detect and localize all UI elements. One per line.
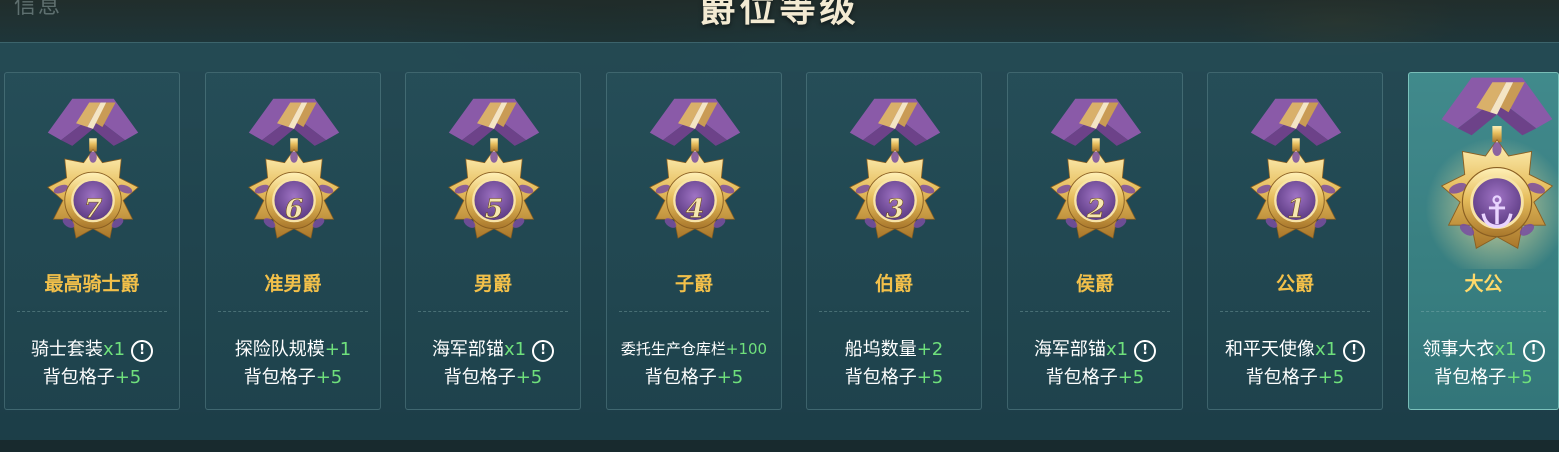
reward-value: +100 <box>725 340 768 358</box>
reward-label: 船坞数量 <box>844 339 917 360</box>
divider <box>218 311 368 312</box>
info-icon[interactable]: ! <box>1343 340 1366 362</box>
rank-card[interactable]: 4 子爵 委托生产仓库栏+100 背包格子+5 <box>606 72 782 410</box>
reward-value: +5 <box>114 367 142 388</box>
reward-label: 背包格子 <box>243 367 316 388</box>
page-title: 爵位等级 <box>699 0 860 30</box>
reward-secondary: 背包格子+5 <box>807 363 981 389</box>
reward-value: +1 <box>324 339 352 360</box>
rank-card[interactable]: 3 伯爵 船坞数量+2 背包格子+5 <box>806 72 982 410</box>
medal-icon <box>1425 77 1559 269</box>
rank-card[interactable]: 1 公爵 和平天使像x1! 背包格子+5 <box>1207 72 1383 410</box>
reward-value: +5 <box>1506 367 1533 388</box>
reward-primary: 骑士套装x1! <box>5 335 179 362</box>
medal-number: 3 <box>886 193 904 224</box>
rank-name: 准男爵 <box>264 273 322 295</box>
divider <box>418 311 568 312</box>
medal-number: 4 <box>686 193 704 224</box>
reward-label: 背包格子 <box>644 367 717 388</box>
reward-label: 背包格子 <box>42 367 115 388</box>
medal-icon: 3 <box>849 98 941 239</box>
reward-label: 骑士套装 <box>30 339 103 360</box>
medal-icon: 1 <box>1250 98 1342 239</box>
reward-label: 海军部锚 <box>1033 339 1106 360</box>
reward-primary: 船坞数量+2 <box>807 335 981 361</box>
divider <box>1421 311 1546 312</box>
info-icon[interactable]: ! <box>532 340 555 362</box>
reward-label: 和平天使像 <box>1224 339 1315 360</box>
medal-icon: 4 <box>649 98 741 239</box>
reward-value: +5 <box>315 367 343 388</box>
divider <box>619 311 769 312</box>
reward-label: 领事大衣 <box>1422 339 1495 360</box>
reward-label: 海军部锚 <box>431 339 504 360</box>
rank-card[interactable]: 7 最高骑士爵 骑士套装x1! 背包格子+5 <box>4 72 180 410</box>
reward-label: 委托生产仓库栏 <box>620 340 726 358</box>
reward-value: x1 <box>503 339 527 360</box>
info-icon[interactable]: ! <box>1134 340 1157 362</box>
reward-label: 背包格子 <box>844 367 917 388</box>
reward-primary: 探险队规模+1 <box>206 335 380 361</box>
rank-name: 男爵 <box>473 273 512 295</box>
reward-primary: 海军部锚x1! <box>1008 335 1182 362</box>
rank-name: 大公 <box>1464 273 1503 295</box>
medal-icon: 6 <box>248 98 340 239</box>
reward-value: x1 <box>1314 339 1338 360</box>
reward-secondary: 背包格子+5 <box>406 363 580 389</box>
reward-label: 背包格子 <box>1245 367 1318 388</box>
divider <box>1220 311 1370 312</box>
rank-card[interactable]: 5 男爵 海军部锚x1! 背包格子+5 <box>405 72 581 410</box>
reward-primary: 海军部锚x1! <box>406 335 580 362</box>
reward-secondary: 背包格子+5 <box>1409 363 1558 389</box>
reward-label: 背包格子 <box>1434 367 1507 388</box>
reward-value: x1 <box>102 339 126 360</box>
reward-secondary: 背包格子+5 <box>1208 363 1382 389</box>
rank-card[interactable]: 6 准男爵 探险队规模+1 背包格子+5 <box>205 72 381 410</box>
rank-name: 侯爵 <box>1075 273 1114 295</box>
reward-label: 背包格子 <box>443 367 516 388</box>
rank-name: 伯爵 <box>874 273 913 295</box>
reward-secondary: 背包格子+5 <box>607 363 781 389</box>
reward-label: 背包格子 <box>1045 367 1118 388</box>
reward-secondary: 背包格子+5 <box>206 363 380 389</box>
reward-secondary: 背包格子+5 <box>1008 363 1182 389</box>
medal-number: 2 <box>1086 193 1105 224</box>
divider <box>819 311 969 312</box>
rank-name: 子爵 <box>674 273 713 295</box>
medal-number: 7 <box>84 193 103 224</box>
reward-value: x1 <box>1105 339 1129 360</box>
medal-icon: 5 <box>448 98 540 239</box>
info-icon[interactable]: ! <box>1522 340 1545 362</box>
rank-card[interactable]: 大公 领事大衣x1! 背包格子+5 <box>1408 72 1559 410</box>
reward-value: +5 <box>916 367 944 388</box>
reward-value: +5 <box>1317 367 1345 388</box>
reward-secondary: 背包格子+5 <box>5 363 179 389</box>
reward-value: x1 <box>1494 339 1517 360</box>
medal-number: 6 <box>285 193 303 224</box>
info-icon[interactable]: ! <box>131 340 154 362</box>
reward-value: +2 <box>916 339 944 360</box>
rank-name: 最高骑士爵 <box>44 273 140 295</box>
reward-primary: 领事大衣x1! <box>1409 335 1558 362</box>
medal-number: 1 <box>1287 193 1305 224</box>
bottom-shade <box>0 440 1559 452</box>
reward-value: +5 <box>716 367 744 388</box>
reward-label: 探险队规模 <box>234 339 325 360</box>
medal-icon: 7 <box>47 98 139 239</box>
medal-number: 5 <box>485 193 503 224</box>
rank-name: 公爵 <box>1275 273 1314 295</box>
divider <box>17 311 167 312</box>
reward-value: +5 <box>515 367 543 388</box>
reward-primary: 和平天使像x1! <box>1208 335 1382 362</box>
medal-icon: 2 <box>1050 98 1142 239</box>
rank-card[interactable]: 2 侯爵 海军部锚x1! 背包格子+5 <box>1007 72 1183 410</box>
reward-value: +5 <box>1117 367 1145 388</box>
reward-primary: 委托生产仓库栏+100 <box>607 338 781 359</box>
divider <box>1020 311 1170 312</box>
